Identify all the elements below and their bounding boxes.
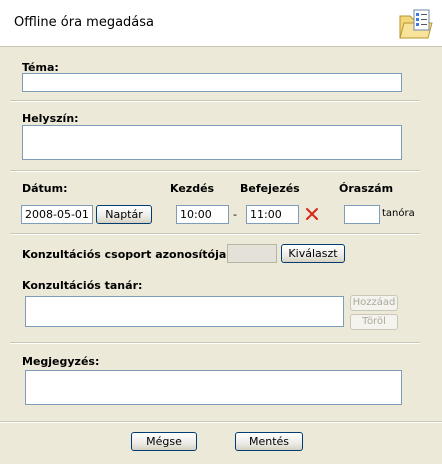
megse-button[interactable]: Mégse — [131, 432, 197, 451]
datum-label: Dátum: — [22, 182, 68, 195]
helyszin-label: Helyszín: — [22, 112, 79, 125]
separator — [10, 100, 420, 102]
befejezes-input[interactable]: 11:00 — [246, 205, 299, 224]
red-x-icon[interactable] — [305, 207, 319, 221]
helyszin-input[interactable] — [22, 125, 402, 160]
oraszam-label: Óraszám — [339, 182, 394, 195]
oraszam-unit: tanóra — [382, 208, 415, 219]
megjegyzes-input[interactable] — [25, 370, 402, 405]
dialog-title: Offline óra megadása — [14, 15, 155, 30]
kezdes-input[interactable]: 10:00 — [176, 205, 229, 224]
separator — [10, 233, 420, 235]
mentes-button[interactable]: Mentés — [235, 432, 303, 451]
oraszam-input[interactable] — [344, 205, 380, 224]
separator — [10, 342, 420, 344]
naptar-button[interactable]: Naptár — [96, 205, 152, 224]
datum-input[interactable]: 2008-05-01 — [21, 205, 93, 224]
megjegyzes-label: Megjegyzés: — [22, 355, 100, 368]
torol-button[interactable]: Töröl — [350, 314, 398, 330]
tanar-list[interactable] — [25, 296, 344, 327]
tanar-label: Konzultációs tanár: — [22, 279, 143, 292]
kezdes-label: Kezdés — [170, 182, 215, 195]
csoport-input — [227, 244, 277, 263]
tema-input[interactable] — [22, 73, 402, 92]
separator — [10, 170, 420, 172]
befejezes-label: Befejezés — [240, 182, 300, 195]
footer-separator — [0, 421, 442, 423]
hozzaad-button[interactable]: Hozzáad — [350, 295, 398, 311]
time-range-dash: - — [233, 208, 237, 221]
csoport-label: Konzultációs csoport azonosítója: — [22, 248, 231, 261]
folder-checklist-icon — [398, 6, 434, 42]
kivalaszt-button[interactable]: Kiválaszt — [281, 244, 345, 263]
